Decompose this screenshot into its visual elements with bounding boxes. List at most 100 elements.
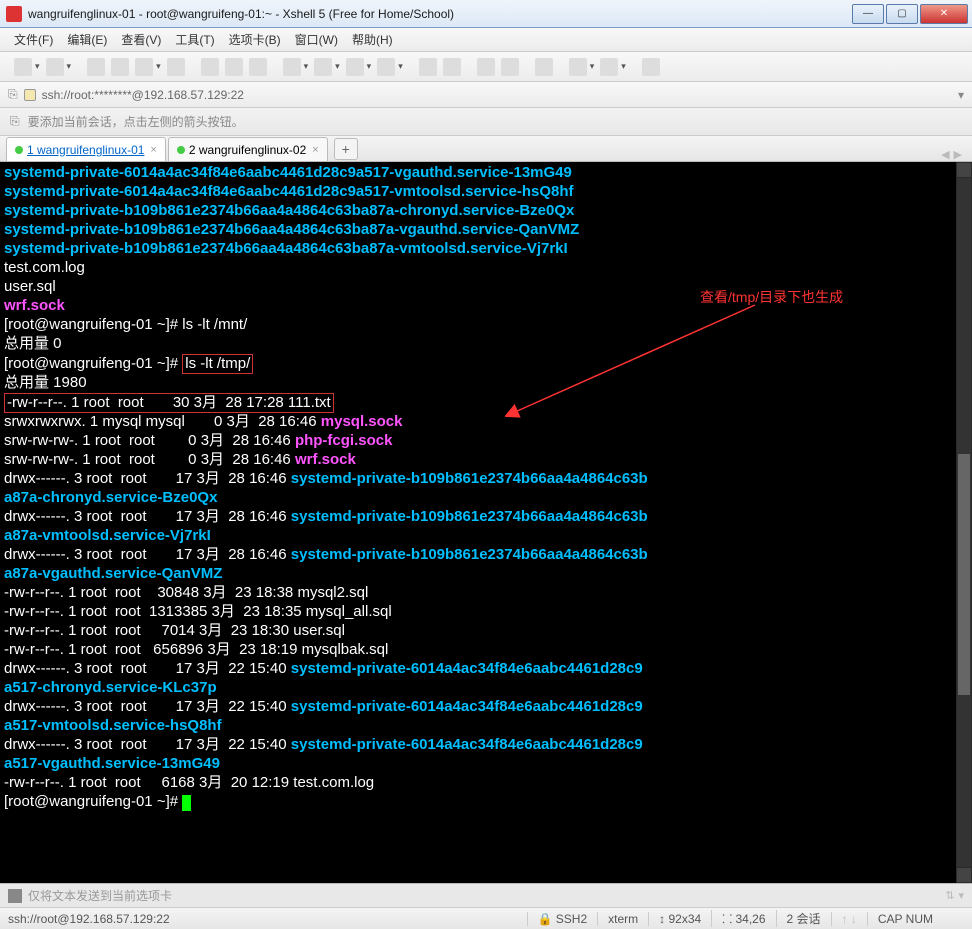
tab-1-label: 1 wangruifenglinux-01 — [27, 143, 144, 157]
toolbar-new-icon[interactable] — [14, 58, 32, 76]
input-placeholder[interactable]: 仅将文本发送到当前选项卡 — [28, 887, 939, 904]
addressbar: ⎘ ssh://root:********@192.168.57.129:22 … — [0, 82, 972, 108]
term-file-wrap: a87a-vgauthd.service-QanVMZ — [4, 565, 222, 582]
close-button[interactable]: ✕ — [920, 4, 968, 24]
toolbar-help-icon[interactable] — [642, 58, 660, 76]
address-text[interactable]: ssh://root:********@192.168.57.129:22 — [42, 88, 952, 102]
toolbar-lock-icon[interactable] — [501, 58, 519, 76]
tab-next-icon[interactable]: ▶ — [954, 148, 962, 161]
term-file: wrf.sock — [295, 451, 356, 468]
toolbar-highlight-icon[interactable] — [87, 58, 105, 76]
term-file: systemd-private-b109b861e2374b66aa4a4864… — [291, 508, 648, 525]
term-row: drwx------. 3 root root 17 3月 28 16:46 — [4, 546, 291, 563]
term-line: systemd-private-b109b861e2374b66aa4a4864… — [4, 221, 579, 238]
tab-2[interactable]: 2 wangruifenglinux-02 × — [168, 137, 328, 161]
statusbar: ssh://root@192.168.57.129:22 🔒 SSH2 xter… — [0, 907, 972, 929]
terminal[interactable]: systemd-private-6014a4ac34f84e6aabc4461d… — [0, 162, 972, 883]
term-file-wrap: a517-vmtoolsd.service-hsQ8hf — [4, 717, 222, 734]
term-line: 总用量 0 — [4, 335, 62, 352]
tabbar: 1 wangruifenglinux-01 × 2 wangruifenglin… — [0, 136, 972, 162]
term-row: -rw-r--r--. 1 root root 656896 3月 23 18:… — [4, 641, 388, 658]
toolbar-layout-icon[interactable] — [569, 58, 587, 76]
toolbar-reconnect-icon[interactable] — [111, 58, 129, 76]
toolbar-find-icon[interactable] — [249, 58, 267, 76]
term-line: systemd-private-b109b861e2374b66aa4a4864… — [4, 240, 568, 257]
term-line: 总用量 1980 — [4, 374, 87, 391]
term-row: -rw-r--r--. 1 root root 30848 3月 23 18:3… — [4, 584, 368, 601]
term-file: systemd-private-b109b861e2374b66aa4a4864… — [291, 470, 648, 487]
scroll-up-icon[interactable] — [957, 163, 971, 177]
term-file: systemd-private-6014a4ac34f84e6aabc4461d… — [291, 660, 643, 677]
input-updown-icon[interactable]: ⇅ — [945, 889, 954, 902]
status-connection: ssh://root@192.168.57.129:22 — [8, 912, 527, 926]
term-cmd: ls -lt /mnt/ — [182, 316, 247, 333]
input-dropdown-icon[interactable]: ▾ — [958, 889, 964, 902]
menu-window[interactable]: 窗口(W) — [295, 31, 338, 48]
cursor — [182, 795, 191, 811]
scrollbar[interactable] — [956, 162, 972, 883]
tab-close-icon[interactable]: × — [312, 144, 318, 156]
status-sessions: 2 会话 — [776, 910, 831, 927]
tab-2-label: 2 wangruifenglinux-02 — [189, 143, 306, 157]
message-text: 要添加当前会话，点击左侧的箭头按钮。 — [28, 113, 244, 130]
status-dot-icon — [15, 146, 23, 154]
menu-edit[interactable]: 编辑(E) — [67, 31, 107, 48]
status-pos: 34,26 — [735, 912, 765, 926]
toolbar-copy-icon[interactable] — [201, 58, 219, 76]
toolbar-key-icon[interactable] — [477, 58, 495, 76]
scroll-thumb[interactable] — [958, 454, 970, 695]
term-line: test.com.log — [4, 259, 85, 276]
toolbar-palette-icon[interactable] — [443, 58, 461, 76]
term-row: srwxrwxrwx. 1 mysql mysql 0 3月 28 16:46 — [4, 413, 321, 430]
tab-close-icon[interactable]: × — [150, 144, 156, 156]
term-row: drwx------. 3 root root 17 3月 28 16:46 — [4, 470, 291, 487]
annotation-label: 查看/tmp/目录下也生成 — [700, 288, 843, 306]
toolbar-encoding-icon[interactable] — [346, 58, 364, 76]
term-line: wrf.sock — [4, 297, 65, 314]
toolbar-print-icon[interactable] — [283, 58, 301, 76]
messagebar: ⎘ 要添加当前会话，点击左侧的箭头按钮。 — [0, 108, 972, 136]
term-file: php-fcgi.sock — [295, 432, 393, 449]
term-file-wrap: a87a-chronyd.service-Bze0Qx — [4, 489, 217, 506]
term-row: -rw-r--r--. 1 root root 1313385 3月 23 18… — [4, 603, 392, 620]
status-size: 92x34 — [668, 912, 701, 926]
menu-help[interactable]: 帮助(H) — [352, 31, 393, 48]
toolbar-keyboard-icon[interactable] — [535, 58, 553, 76]
toolbar-open-icon[interactable] — [46, 58, 64, 76]
menu-tabs[interactable]: 选项卡(B) — [229, 31, 281, 48]
status-term: xterm — [597, 912, 648, 926]
addr-dropdown-icon[interactable]: ▾ — [958, 88, 964, 102]
toolbar-color-icon[interactable] — [419, 58, 437, 76]
input-prompt-icon[interactable] — [8, 889, 22, 903]
toolbar-tile-icon[interactable] — [600, 58, 618, 76]
maximize-button[interactable]: ▢ — [886, 4, 918, 24]
titlebar: wangruifenglinux-01 - root@wangruifeng-0… — [0, 0, 972, 28]
toolbar-disconnect-icon[interactable] — [135, 58, 153, 76]
term-file: systemd-private-b109b861e2374b66aa4a4864… — [291, 546, 648, 563]
arrow-icon[interactable]: ⎘ — [10, 114, 20, 129]
term-prompt: [root@wangruifeng-01 ~]# — [4, 793, 182, 810]
toolbar: ▾ ▾ ▾ ▾ ▾ ▾ ▾ ▾ ▾ — [0, 52, 972, 82]
term-row: -rw-r--r--. 1 root root 30 3月 28 17:28 — [7, 394, 288, 411]
tab-1[interactable]: 1 wangruifenglinux-01 × — [6, 137, 166, 161]
minimize-button[interactable]: — — [852, 4, 884, 24]
status-capsnum: CAP NUM — [867, 912, 943, 926]
tab-prev-icon[interactable]: ◀ — [941, 148, 949, 161]
term-row: srw-rw-rw-. 1 root root 0 3月 28 16:46 — [4, 432, 295, 449]
menu-tools[interactable]: 工具(T) — [175, 31, 214, 48]
term-line: systemd-private-b109b861e2374b66aa4a4864… — [4, 202, 574, 219]
toolbar-log-icon[interactable] — [314, 58, 332, 76]
toolbar-font-icon[interactable] — [377, 58, 395, 76]
bookmark-add-icon[interactable]: ⎘ — [8, 87, 18, 102]
tab-add-button[interactable]: + — [334, 138, 358, 160]
menu-view[interactable]: 查看(V) — [121, 31, 161, 48]
term-file: systemd-private-6014a4ac34f84e6aabc4461d… — [291, 736, 643, 753]
toolbar-properties-icon[interactable] — [167, 58, 185, 76]
menu-file[interactable]: 文件(F) — [14, 31, 53, 48]
app-icon — [6, 6, 22, 22]
menubar: 文件(F) 编辑(E) 查看(V) 工具(T) 选项卡(B) 窗口(W) 帮助(… — [0, 28, 972, 52]
scroll-down-icon[interactable] — [957, 868, 971, 882]
toolbar-paste-icon[interactable] — [225, 58, 243, 76]
term-row: drwx------. 3 root root 17 3月 28 16:46 — [4, 508, 291, 525]
term-line: user.sql — [4, 278, 56, 295]
